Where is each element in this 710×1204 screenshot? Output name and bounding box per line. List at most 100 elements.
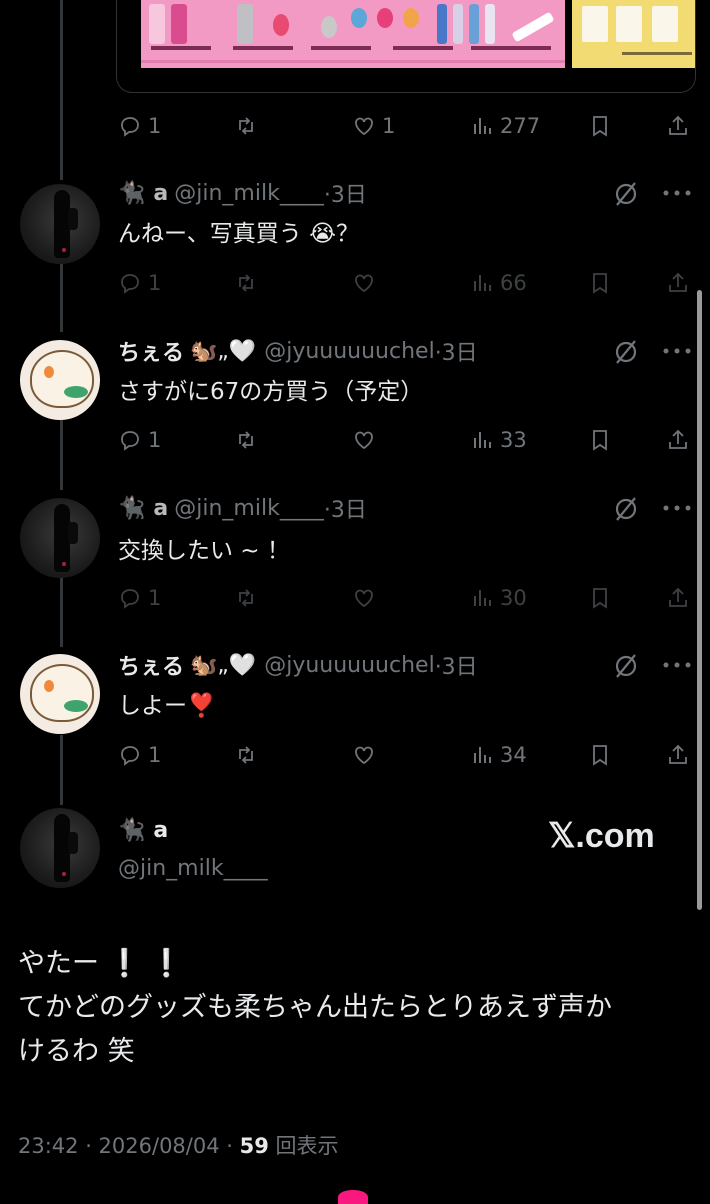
author-name[interactable]: a — [153, 496, 168, 521]
share-icon — [669, 429, 687, 449]
reply-count: 1 — [148, 428, 162, 452]
views-button[interactable]: 30 — [470, 586, 527, 610]
name-emoji: 🐿️„🤍 — [190, 652, 257, 678]
view-count: 59 — [239, 1134, 269, 1158]
retweet-button[interactable] — [234, 586, 258, 610]
main-author-name[interactable]: 🐈‍⬛ a — [118, 818, 168, 843]
post-time[interactable]: ·3日 — [435, 335, 478, 367]
like-button[interactable] — [352, 586, 376, 610]
post-timestamp[interactable]: 23:42 · 2026/08/04 · — [18, 1134, 240, 1158]
reply-count: 1 — [148, 586, 162, 610]
avatar[interactable] — [20, 808, 100, 888]
bookmark-icon — [593, 588, 607, 609]
reply-button[interactable]: 1 — [118, 114, 161, 138]
post-time[interactable]: ·3日 — [324, 492, 367, 524]
more-options-icon[interactable] — [662, 188, 692, 198]
action-bar: 1 33 — [118, 425, 692, 455]
more-options-icon[interactable] — [662, 503, 692, 513]
post-time[interactable]: ·3日 — [435, 649, 478, 681]
cat-emoji: 🐈‍⬛ — [118, 818, 146, 843]
post-line: てかどのグッズも柔ちゃん出たらとりあえず声か — [18, 992, 612, 1023]
heart-icon — [355, 431, 373, 450]
thread-connector — [60, 420, 63, 490]
reply-button[interactable]: 1 — [118, 428, 161, 452]
post-meta: 23:42 · 2026/08/04 · 59 回表示 — [18, 1130, 339, 1160]
share-button[interactable] — [666, 428, 690, 452]
reply-text: しよー❣️ — [118, 693, 216, 719]
cat-emoji: 🐈‍⬛ — [118, 180, 146, 206]
reply-header: ちぇる 🐿️„🤍 @jyuuuuuuchel ·3日 — [118, 648, 678, 682]
retweet-button[interactable] — [234, 271, 258, 295]
like-button[interactable] — [352, 271, 376, 295]
retweet-button[interactable] — [234, 114, 264, 138]
views-button[interactable]: 34 — [470, 743, 527, 767]
avatar[interactable] — [20, 654, 100, 734]
photo-card-image[interactable] — [572, 0, 695, 68]
like-count: 1 — [382, 114, 396, 138]
share-button[interactable] — [666, 271, 690, 295]
heart-icon — [355, 589, 373, 608]
reply-count: 1 — [148, 271, 162, 295]
heart-icon — [355, 117, 373, 136]
merch-image[interactable] — [141, 0, 565, 68]
share-icon — [669, 744, 687, 764]
more-options-icon[interactable] — [662, 346, 692, 356]
reply-icon — [121, 589, 139, 609]
reply-text: 交換したい ~ ！ — [118, 538, 290, 564]
views-button[interactable]: 33 — [470, 428, 527, 452]
scrollbar[interactable] — [697, 290, 702, 910]
thread-connector — [60, 577, 63, 647]
x-watermark: 𝕏.com — [548, 817, 655, 855]
author-handle[interactable]: @jyuuuuuuchel — [264, 339, 434, 364]
author-handle[interactable]: @jin_milk____ — [174, 181, 324, 206]
author-handle[interactable]: @jin_milk____ — [174, 496, 324, 521]
bookmark-icon — [593, 116, 607, 137]
bookmark-button[interactable] — [588, 586, 612, 610]
grok-icon[interactable] — [612, 338, 640, 366]
author-handle[interactable]: @jyuuuuuuchel — [264, 653, 434, 678]
bookmark-icon — [593, 430, 607, 451]
bookmark-button[interactable] — [588, 428, 612, 452]
author-name[interactable]: ちぇる — [118, 649, 184, 681]
retweet-button[interactable] — [234, 428, 258, 452]
bookmark-button[interactable] — [588, 743, 612, 767]
author-name[interactable]: a — [153, 181, 168, 206]
share-button[interactable] — [666, 114, 690, 138]
reply-button[interactable]: 1 — [118, 743, 161, 767]
author-name[interactable]: a — [153, 818, 168, 843]
views-icon — [474, 590, 491, 606]
post-line: やたー ❕ ❕ — [18, 948, 184, 979]
post-time[interactable]: ·3日 — [324, 177, 367, 209]
reply-header: ちぇる 🐿️„🤍 @jyuuuuuuchel ·3日 — [118, 334, 678, 368]
bookmark-icon — [593, 745, 607, 766]
grok-icon[interactable] — [612, 652, 640, 680]
reply-button[interactable]: 1 — [118, 271, 161, 295]
avatar[interactable] — [20, 184, 100, 264]
media-card[interactable] — [116, 0, 696, 93]
reply-icon — [121, 431, 139, 451]
bookmark-button[interactable] — [588, 114, 612, 138]
grok-icon[interactable] — [612, 495, 640, 523]
like-heart-icon[interactable] — [338, 1190, 368, 1204]
views-button[interactable]: 277 — [470, 114, 540, 138]
share-icon — [669, 272, 687, 292]
like-button[interactable] — [352, 743, 376, 767]
main-author-handle[interactable]: @jin_milk____ — [118, 856, 268, 881]
author-name[interactable]: ちぇる — [118, 335, 184, 367]
views-button[interactable]: 66 — [470, 271, 527, 295]
avatar[interactable] — [20, 498, 100, 578]
bookmark-button[interactable] — [588, 271, 612, 295]
like-button[interactable] — [352, 428, 376, 452]
retweet-icon — [239, 431, 253, 449]
retweet-button[interactable] — [234, 743, 258, 767]
avatar[interactable] — [20, 340, 100, 420]
grok-icon[interactable] — [612, 180, 640, 208]
views-icon — [474, 118, 491, 134]
share-button[interactable] — [666, 586, 690, 610]
more-options-icon[interactable] — [662, 660, 692, 670]
reply-button[interactable]: 1 — [118, 586, 161, 610]
like-button[interactable]: 1 — [352, 114, 395, 138]
reply-icon — [121, 274, 139, 294]
share-button[interactable] — [666, 743, 690, 767]
main-post-text: やたー ❕ ❕ てかどのグッズも柔ちゃん出たらとりあえず声か けるわ 笑 — [18, 942, 698, 1074]
